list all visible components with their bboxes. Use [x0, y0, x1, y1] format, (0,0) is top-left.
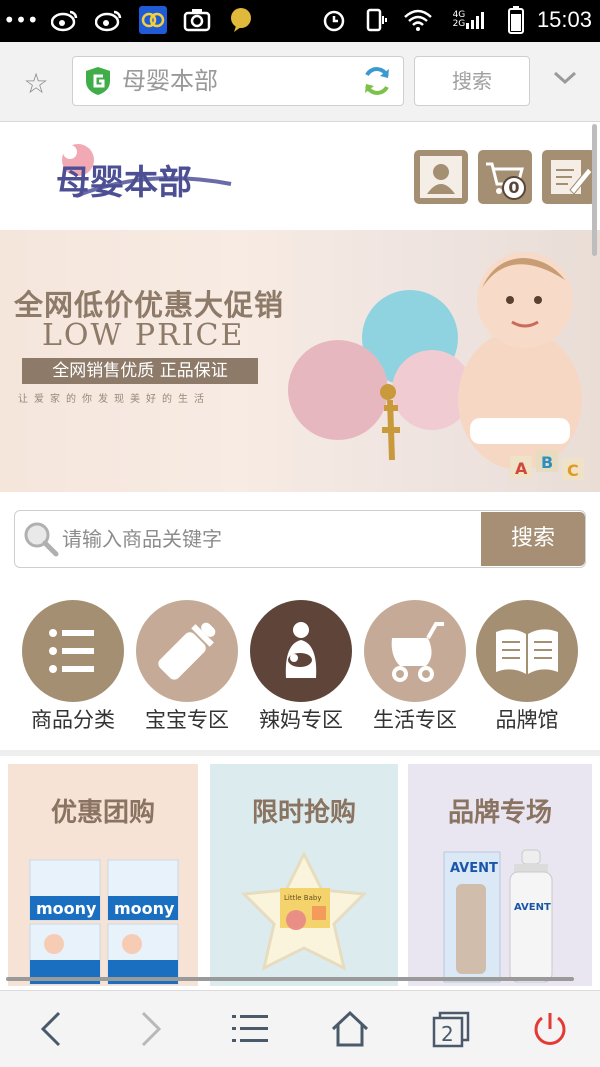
plate-brand: Little Baby [284, 894, 322, 902]
home-icon [331, 1010, 369, 1047]
category-life-button[interactable] [364, 600, 466, 702]
account-button[interactable] [414, 150, 468, 204]
moony-logo-1: moony [36, 899, 97, 918]
promo-title-brand-sale: 品牌专场 [447, 798, 552, 828]
back-icon [40, 1011, 61, 1047]
browser-search-button[interactable]: 搜索 [414, 56, 530, 106]
category-label-mom[interactable]: 辣妈专区 [241, 704, 361, 734]
more-dots-icon: ••• [3, 8, 39, 32]
signal-icon: 4G 2G [445, 6, 495, 34]
category-baby-button[interactable] [136, 600, 238, 702]
weibo-icon [94, 6, 124, 34]
search-icon [24, 522, 59, 557]
avent-bottle-image: AVENT AVENT [443, 849, 553, 983]
vibrate-icon [361, 6, 391, 34]
network-2g-label: 2G [452, 19, 466, 29]
block-c: C [567, 461, 579, 480]
alarm-icon [319, 6, 349, 34]
category-label-brands[interactable]: 品牌馆 [467, 704, 587, 734]
stroller-icon [391, 622, 444, 682]
category-brands-button[interactable] [476, 600, 578, 702]
address-text[interactable]: 母婴本部 [122, 66, 218, 96]
back-button[interactable] [22, 1006, 82, 1052]
category-label-baby[interactable]: 宝宝专区 [127, 704, 247, 734]
chevron-down-icon[interactable] [548, 66, 582, 96]
section-divider [0, 750, 600, 756]
category-mom-button[interactable] [250, 600, 352, 702]
promo-title-flash-sale: 限时抢购 [251, 798, 356, 828]
list-icon [49, 629, 94, 673]
menu-button[interactable] [220, 1006, 280, 1052]
block-b: B [541, 453, 553, 472]
app-icon [138, 6, 168, 34]
cart-button[interactable]: 0 [478, 150, 532, 204]
weibo-icon [50, 6, 80, 34]
vertical-scrollbar[interactable] [592, 124, 597, 256]
category-label-products[interactable]: 商品分类 [13, 704, 133, 734]
battery-icon [507, 6, 525, 34]
refresh-icon[interactable] [360, 64, 394, 98]
cart-count-badge: 0 [502, 176, 526, 200]
promo-card-flash-sale[interactable]: 限时抢购 Little Baby [210, 764, 398, 986]
clock: 15:03 [536, 7, 592, 32]
user-icon [420, 156, 462, 198]
star-plate-image: Little Baby [240, 850, 368, 971]
tabs-icon: 2 [432, 1011, 470, 1048]
camera-icon [182, 6, 212, 34]
horizontal-scrollbar[interactable] [6, 977, 574, 981]
bookmark-star-icon[interactable]: ☆ [18, 66, 54, 102]
promo-card-group-buy[interactable]: 优惠团购 moony moony [8, 764, 198, 986]
search-submit-button[interactable]: 搜索 [481, 512, 585, 566]
promo-banner[interactable]: 全网低价优惠大促销 LOW PRICE 全网销售优质 正品保证 让爱家的你发现美… [0, 230, 600, 492]
notepad-edit-icon [551, 160, 593, 195]
category-products-button[interactable] [22, 600, 124, 702]
site-logo[interactable]: 母婴本部 [16, 138, 266, 208]
category-label-life[interactable]: 生活专区 [355, 704, 475, 734]
search-input[interactable]: 请输入商品关键字 [62, 524, 222, 554]
forward-button[interactable] [120, 1006, 180, 1052]
open-book-icon [496, 629, 558, 674]
tabs-button[interactable]: 2 [420, 1006, 480, 1052]
banner-tagline: 让爱家的你发现美好的生活 [18, 394, 210, 405]
block-a: A [515, 459, 528, 478]
banner-subline: LOW PRICE [42, 318, 245, 353]
forward-icon [141, 1011, 162, 1047]
power-icon [534, 1013, 566, 1045]
logo-text: 母婴本部 [56, 163, 192, 203]
browser-bottom-nav [0, 990, 600, 1067]
menu-icon [232, 1015, 268, 1042]
security-shield-icon [86, 67, 110, 95]
tab-count: 2 [441, 1022, 454, 1046]
baby-bottle-icon [158, 622, 216, 680]
orders-button[interactable] [542, 150, 596, 204]
banner-baby-image: A B C [288, 252, 584, 480]
chat-bubble-icon [226, 6, 256, 34]
avent-label-box: AVENT [450, 861, 498, 876]
promo-card-brand-sale[interactable]: 品牌专场 AVENT AVENT [408, 764, 592, 986]
moony-logo-2: moony [114, 899, 175, 918]
status-bar: ••• 4G 2G 15:03 [0, 0, 600, 42]
mother-baby-icon [285, 622, 317, 678]
exit-button[interactable] [520, 1006, 580, 1052]
promo-title-group-buy: 优惠团购 [50, 798, 155, 828]
avent-label-bottle: AVENT [514, 902, 551, 913]
banner-ribbon: 全网销售优质 正品保证 [22, 358, 258, 384]
home-button[interactable] [320, 1006, 380, 1052]
diaper-pack-image: moony moony [29, 859, 179, 985]
wifi-icon [403, 6, 433, 34]
